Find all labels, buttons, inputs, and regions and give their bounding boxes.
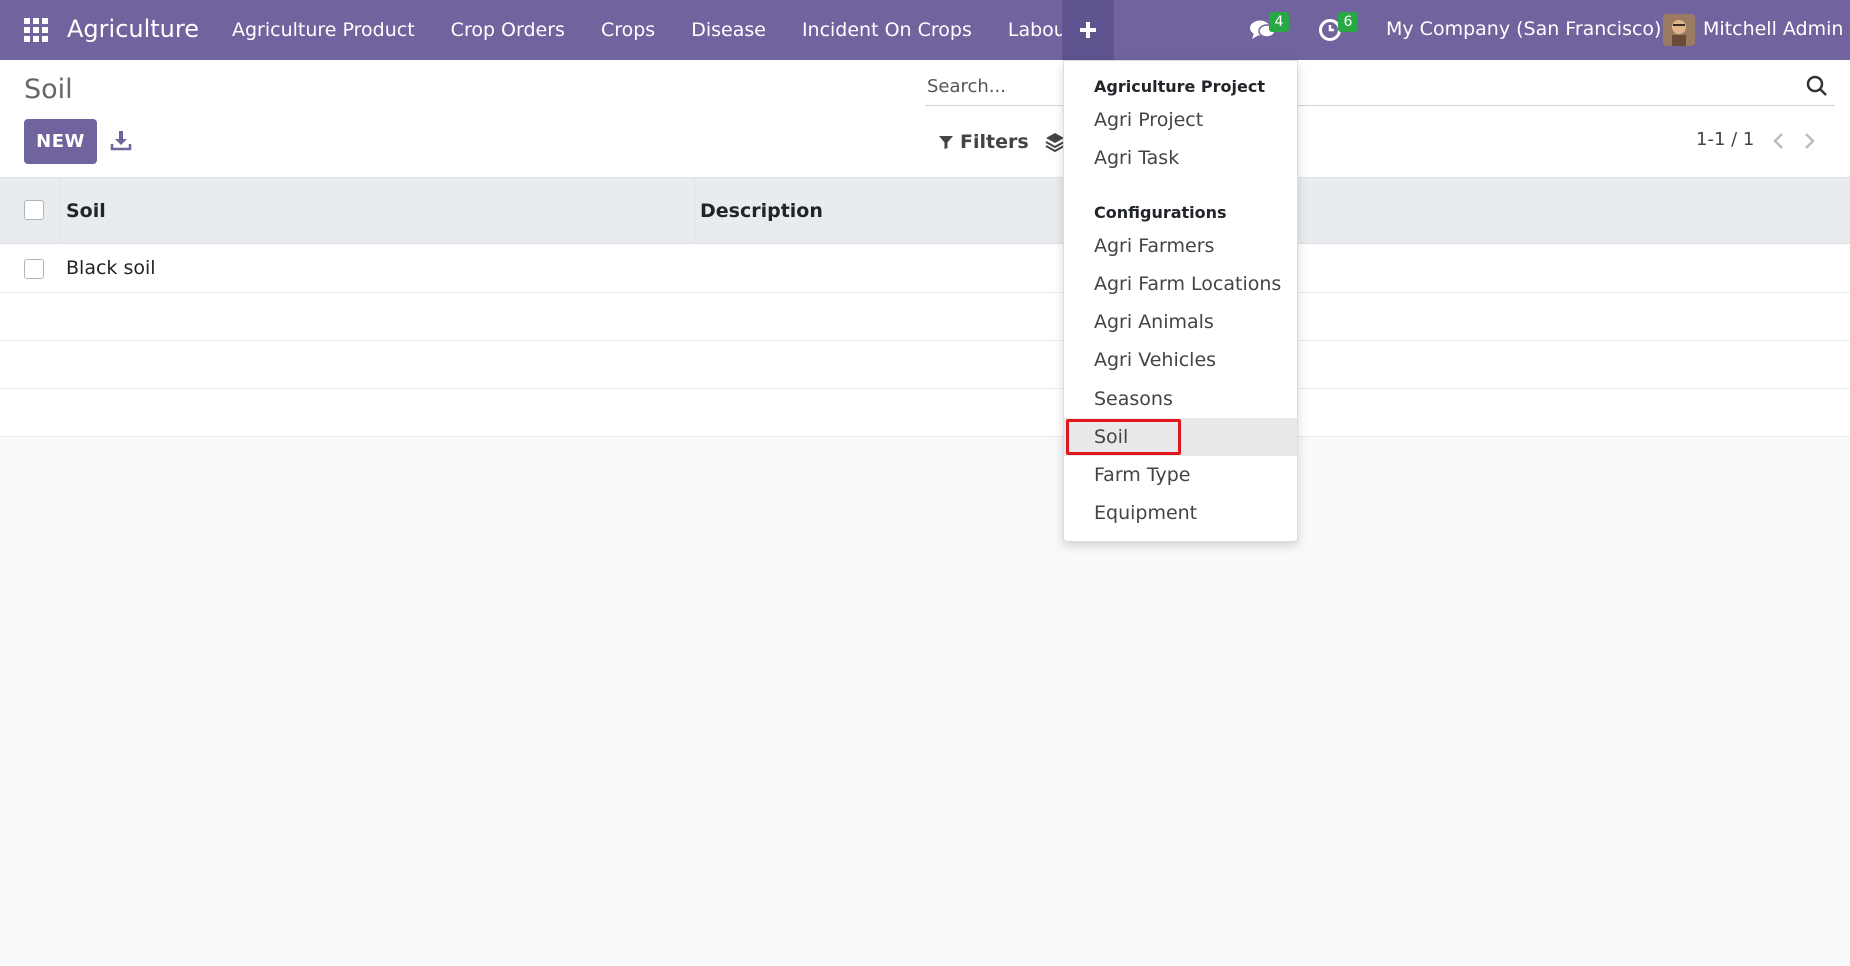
column-header-description[interactable]: Description [700,178,823,244]
search-input[interactable] [927,70,1707,102]
dropdown-section-configurations: Configurations [1094,203,1227,222]
dropdown-section-agriculture-project: Agriculture Project [1094,77,1265,96]
search-icon[interactable] [1805,74,1829,98]
menu-crops[interactable]: Crops [583,0,673,60]
filter-icon [939,136,953,149]
control-panel: Soil NEW Filters 1-1 / 1 [0,60,1850,178]
list-table: Soil Description Black soil [0,178,1850,437]
dropdown-item-equipment[interactable]: Equipment [1064,494,1297,532]
dropdown-item-agri-farm-locations[interactable]: Agri Farm Locations [1064,265,1297,303]
dropdown-item-agri-project[interactable]: Agri Project [1064,101,1297,139]
filters-label: Filters [960,131,1029,153]
apps-grid-icon[interactable] [24,18,48,42]
column-divider [60,178,61,244]
app-brand[interactable]: Agriculture [67,15,199,43]
select-all-checkbox[interactable] [24,200,44,220]
column-header-soil[interactable]: Soil [66,178,106,244]
empty-row [0,293,1850,341]
dropdown-item-agri-task[interactable]: Agri Task [1064,139,1297,177]
menu-agriculture-product[interactable]: Agriculture Product [214,0,433,60]
dropdown-item-seasons[interactable]: Seasons [1064,380,1297,418]
menu-incident-on-crops[interactable]: Incident On Crops [784,0,990,60]
user-avatar[interactable] [1663,14,1695,46]
dropdown-item-soil-label: Soil [1094,426,1129,448]
dropdown-item-agri-farmers[interactable]: Agri Farmers [1064,227,1297,265]
dropdown-item-agri-animals[interactable]: Agri Animals [1064,303,1297,341]
menu-crop-orders[interactable]: Crop Orders [433,0,583,60]
filters-button[interactable]: Filters [938,128,1029,156]
main-menu: Agriculture Product Crop Orders Crops Di… [214,0,1102,60]
dropdown-item-farm-type[interactable]: Farm Type [1064,456,1297,494]
chevron-right-icon[interactable] [1800,130,1818,152]
dropdown-item-soil[interactable]: Soil [1064,418,1297,456]
user-menu[interactable]: Mitchell Admin [1703,18,1843,40]
cell-soil[interactable]: Black soil [66,244,156,293]
dropdown-item-agri-vehicles[interactable]: Agri Vehicles [1064,341,1297,379]
table-row[interactable]: Black soil [0,244,1850,293]
company-switcher[interactable]: My Company (San Francisco) [1386,18,1661,40]
empty-row [0,389,1850,437]
messages-count-badge: 4 [1269,12,1289,32]
activities-count-badge: 6 [1338,12,1358,32]
messages-button[interactable]: 4 [1249,12,1289,44]
new-button[interactable]: NEW [24,119,97,164]
menu-disease[interactable]: Disease [673,0,784,60]
table-header: Soil Description [0,178,1850,244]
empty-row [0,341,1850,389]
more-menu-dropdown: Agriculture Project Agri Project Agri Ta… [1063,60,1298,542]
top-navbar: Agriculture Agriculture Product Crop Ord… [0,0,1850,60]
download-icon[interactable] [110,129,132,151]
row-checkbox[interactable] [24,259,44,279]
chevron-left-icon[interactable] [1770,130,1788,152]
plus-icon [1080,22,1096,38]
column-divider [694,178,695,244]
more-menu-button[interactable] [1062,0,1114,60]
activities-button[interactable]: 6 [1318,12,1358,44]
page-title: Soil [24,74,73,105]
search-bar [925,66,1835,106]
pager-value[interactable]: 1-1 / 1 [1696,129,1754,150]
